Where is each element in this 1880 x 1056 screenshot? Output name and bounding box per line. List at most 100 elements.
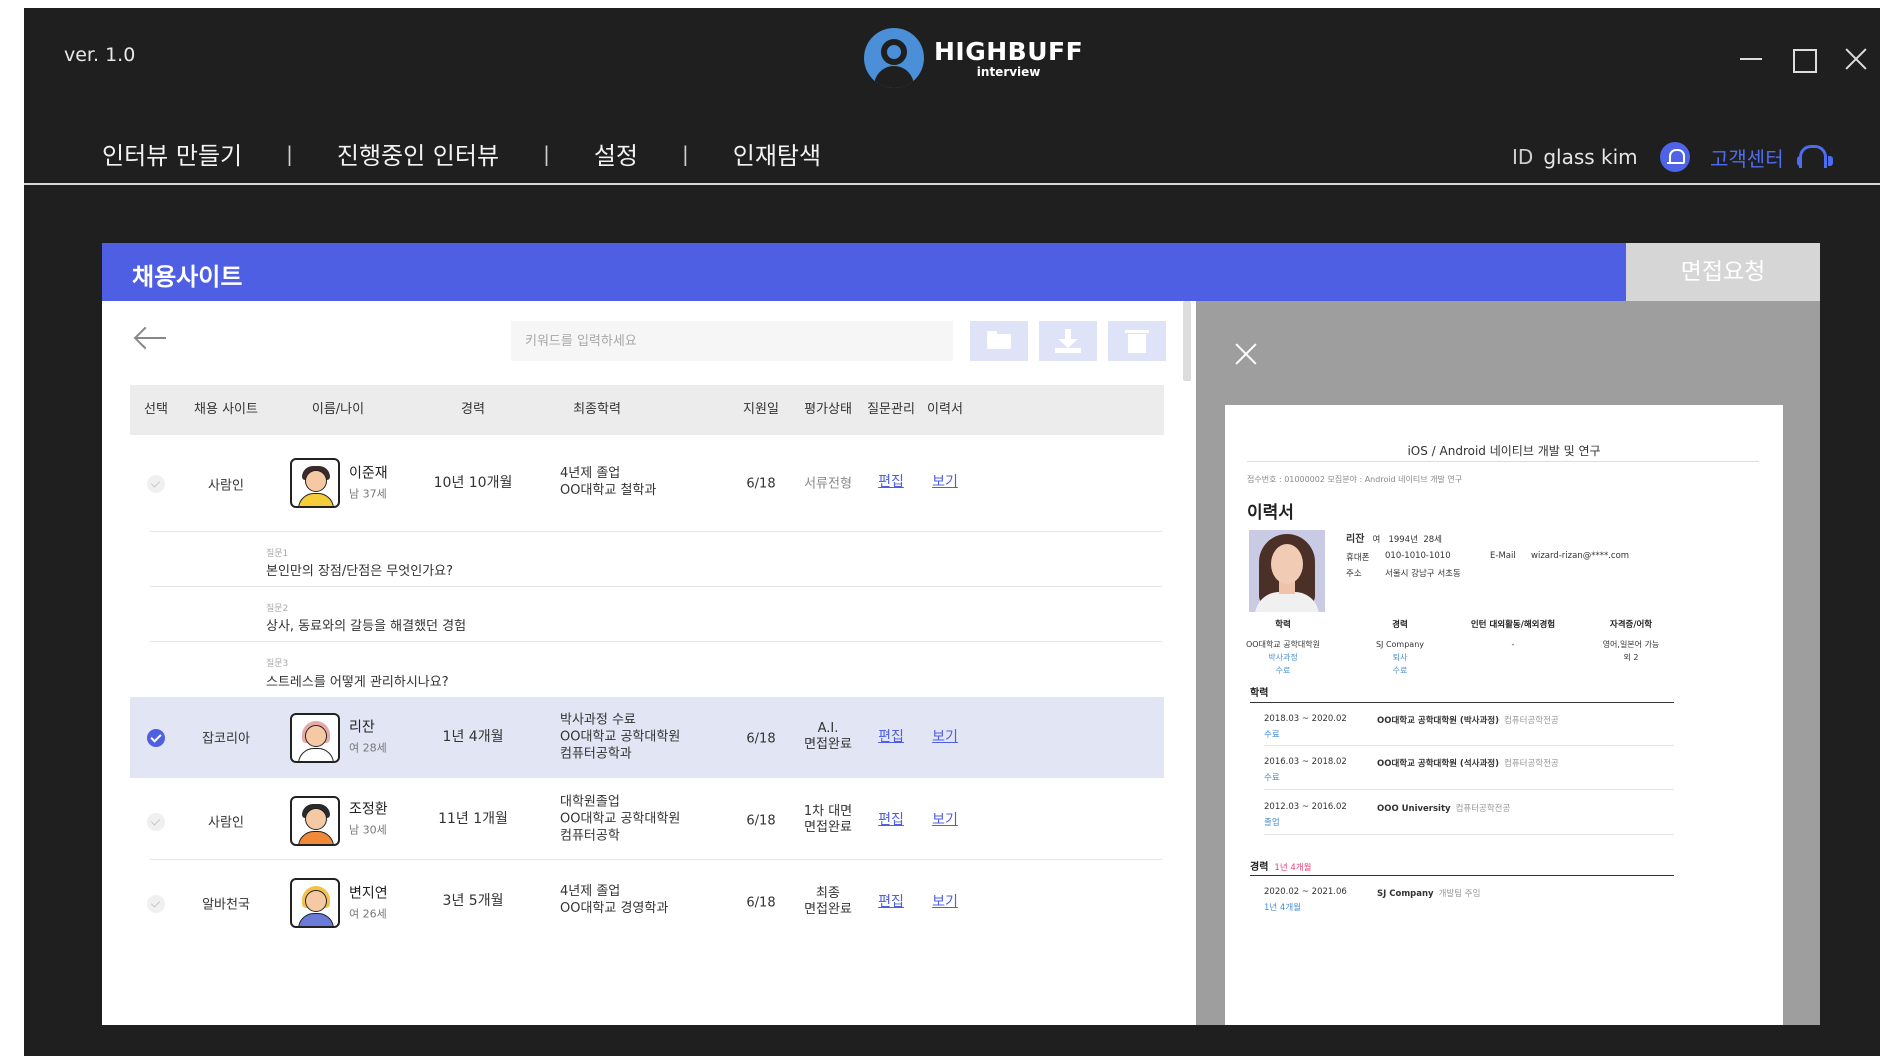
table-row[interactable]: 사람인 이준재 남 37세 10년 10개월 4년제 졸업 OO대학교 철학과 6/… [130,435,1164,532]
nav-talent-search[interactable]: 인재탐색 [733,136,821,171]
row-checkbox[interactable] [147,813,165,831]
table-row[interactable]: 사람인 조정환 남 30세 11년 1개월 대학원졸업 OO대학교 공학대학원 컴퓨터… [130,778,1164,859]
career-section-title: 경력 1년 4개월 [1250,862,1312,873]
nav-separator: | [681,141,689,166]
headset-icon [1796,142,1833,172]
row-status: 서류전형 [804,476,852,492]
row-name: 조정환 남 30세 [349,801,388,837]
edit-link[interactable]: 편집 [878,471,904,491]
panel-header: 채용사이트 [102,243,1626,301]
view-link[interactable]: 보기 [932,726,958,746]
col-status: 평가상태 [804,402,852,417]
row-status: 최종 면접완료 [804,886,852,917]
col-question: 질문관리 [867,402,915,417]
avatar [290,458,340,508]
col-apply-date: 지원일 [743,402,779,417]
education-section-title: 학력 [1250,688,1269,699]
interview-request-button[interactable]: 면접요청 [1626,243,1820,301]
education-school: OO대학교 공학대학원 (박사과정) 컴퓨터공학전공 [1377,716,1559,726]
email-value: wizard-rizan@****.com [1531,551,1630,561]
row-site: 사람인 [208,478,244,494]
search-input[interactable] [511,321,953,361]
summary-education: 학력 OO대학교 공학대학원 박사과정 수료 [1245,620,1321,675]
row-date: 6/18 [746,895,776,911]
avatar [290,878,340,928]
close-window-icon[interactable] [1842,46,1868,72]
col-resume: 이력서 [927,402,963,417]
edit-link[interactable]: 편집 [878,809,904,829]
table-header: 선택 채용 사이트 이름/나이 경력 최종학력 지원일 평가상태 질문관리 이력… [130,385,1164,435]
edit-link[interactable]: 편집 [878,726,904,746]
edit-link[interactable]: 편집 [878,891,904,911]
phone-value: 010-1010-1010 [1385,551,1451,561]
row-education: 4년제 졸업 OO대학교 철학과 [560,466,657,498]
entry-divider [1264,834,1674,835]
row-career: 3년 5개월 [442,893,504,909]
row-divider [150,531,1162,532]
question-label: 질문3 [266,659,289,669]
education-period: 2016.03 ~ 2018.02 수료 [1264,757,1347,783]
row-date: 6/18 [746,476,776,492]
applicant-photo [1249,530,1325,612]
recruit-panel: 채용사이트 면접요청 선택 채용 사이트 이름/나이 경력 최종학력 지원일 평… [102,243,1820,1025]
app-logo: HIGHBUFF interview [864,28,1083,88]
education-school: OO대학교 공학대학원 (석사과정) 컴퓨터공학전공 [1377,759,1559,769]
delete-button[interactable] [1108,321,1166,361]
table-row[interactable]: 알바천국 변지연 여 26세 3년 5개월 4년제 졸업 OO대학교 경영학과 6/… [130,860,1164,950]
row-checkbox[interactable] [147,475,165,493]
row-name: 리잔 여 28세 [349,719,387,755]
logo-person-icon [864,28,924,88]
folder-button[interactable] [970,321,1028,361]
col-career: 경력 [461,402,485,417]
bell-icon[interactable] [1659,142,1690,172]
nav-settings[interactable]: 설정 [594,136,638,171]
view-link[interactable]: 보기 [932,809,958,829]
section-rule [1250,875,1674,876]
education-school: OOO University 컴퓨터공학전공 [1377,804,1511,814]
question-label: 질문1 [266,549,289,559]
avatar [290,796,340,846]
support-label: 고객센터 [1710,146,1784,171]
maximize-icon[interactable] [1790,46,1817,73]
education-period: 2012.03 ~ 2016.02 졸업 [1264,802,1347,828]
close-resume-icon[interactable] [1232,341,1258,367]
main-nav: 인터뷰 만들기 | 진행중인 인터뷰 | 설정 | 인재탐색 [102,136,821,171]
logo-text: HIGHBUFF [934,36,1084,66]
row-status: A.I. 면접완료 [804,721,852,752]
row-checkbox[interactable] [147,729,165,747]
view-link[interactable]: 보기 [932,891,958,911]
row-divider [150,641,1162,642]
row-name: 이준재 남 37세 [349,465,388,501]
col-site: 채용 사이트 [194,402,258,417]
col-education: 최종학력 [573,402,621,417]
nav-ongoing-interview[interactable]: 진행중인 인터뷰 [337,136,499,171]
nav-separator: | [543,141,550,166]
minimize-icon[interactable] [1738,46,1764,72]
col-name-age: 이름/나이 [311,402,365,417]
row-education: 대학원졸업 OO대학교 공학대학원 컴퓨터공학 [560,794,681,844]
row-checkbox[interactable] [147,895,165,913]
nav-create-interview[interactable]: 인터뷰 만들기 [102,136,242,171]
phone-label: 휴대폰 [1346,553,1370,563]
table-row-selected[interactable]: 잡코리아 리잔 여 28세 1년 4개월 박사과정 수료 OO대학교 공학대학원 컴퓨… [130,697,1164,778]
question-text: 본인만의 장점/단점은 무엇인가요? [266,564,453,579]
question-text: 상사, 동료와의 갈등을 해결했던 경험 [266,619,467,634]
row-name: 변지연 여 26세 [349,885,388,921]
address-label: 주소 [1346,569,1362,579]
download-button[interactable] [1039,321,1097,361]
row-site: 사람인 [208,815,244,831]
address-value: 서울시 강남구 서초동 [1385,569,1461,579]
career-company: SJ Company 개발팀 주임 [1377,889,1481,899]
support-link[interactable]: 고객센터 [1710,142,1833,172]
row-date: 6/18 [746,731,776,747]
education-period: 2018.03 ~ 2020.02 수료 [1264,714,1347,740]
resume-meta: 접수번호 : 01000002 모집분야 : Android 네이티브 개발 연… [1247,475,1463,484]
row-status: 1차 대면 면접완료 [803,804,853,835]
resume-divider [1247,461,1759,462]
row-divider [150,586,1162,587]
row-career: 11년 1개월 [438,811,508,827]
scrollbar[interactable] [1183,301,1191,381]
view-link[interactable]: 보기 [932,471,958,491]
entry-divider [1264,789,1674,790]
back-arrow-icon[interactable] [134,326,168,350]
